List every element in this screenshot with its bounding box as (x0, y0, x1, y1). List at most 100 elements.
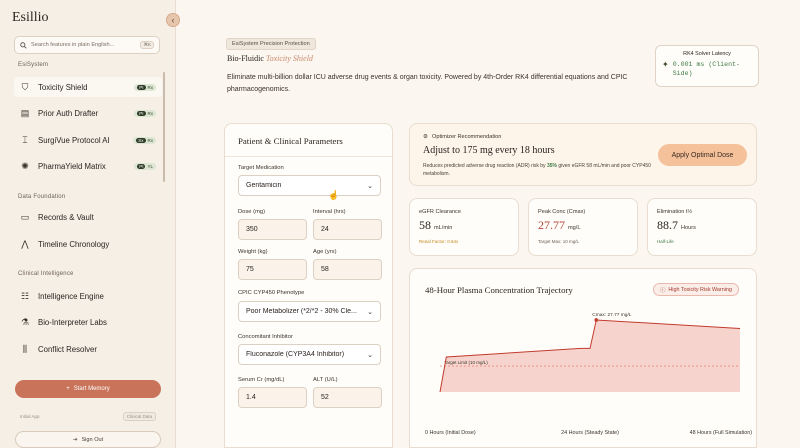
sparkle-icon: ✦ (662, 60, 669, 69)
sidebar-item-prior-auth-drafter[interactable]: ▤ Prior Auth Drafter PI Rx (14, 103, 162, 123)
engine-icon: ☷ (20, 290, 30, 301)
optimizer-description: Reduces predicted adverse drug reaction … (423, 163, 651, 177)
metric-sub: Target Max: 10 mg/L (538, 239, 580, 244)
metric-label: Elimination t½ (657, 209, 693, 215)
sidebar-item-label: SurgiVue Protocol AI (38, 135, 110, 145)
metric-value: 58 mL/min (419, 218, 453, 232)
x-tick-label: 24 Hours (Steady State) (561, 430, 619, 436)
chart-area (440, 320, 740, 392)
target-limit-label: Target Limit (10 mg/L) (444, 360, 488, 365)
optimizer-icon: ⚙ (423, 134, 429, 140)
status-badge: PI Rx (134, 109, 156, 117)
dose-field[interactable]: 350 (238, 219, 307, 240)
section-label-esisystem: EsiSystem (18, 62, 49, 68)
sidebar-item-conflict-resolver[interactable]: ⫼ Conflict Resolver (14, 339, 162, 359)
sidebar-item-label: Records & Vault (38, 212, 94, 222)
sidebar-scrollbar[interactable] (163, 72, 165, 182)
status-badge: PI YL (134, 162, 156, 170)
memory-app-label: Initial App (20, 414, 40, 419)
plus-icon: + (66, 386, 70, 392)
latency-value: 0.001 ms (Client-Side) (672, 61, 740, 77)
target-medication-label: Target Medication (238, 165, 284, 171)
metric-egfr-card: eGFR Clearance 58 mL/min Renal Factor: 0… (409, 198, 519, 256)
brand-logo: Esillio (12, 10, 49, 25)
apply-optimal-dose-button[interactable]: Apply Optimal Dose (658, 144, 747, 166)
section-label-data-foundation: Data Foundation (18, 194, 66, 200)
page-description: Eliminate multi-billion dollar ICU adver… (227, 74, 628, 93)
sidebar-item-pharmayield-matrix[interactable]: ✺ PharmaYield Matrix PI YL (14, 156, 162, 176)
sidebar-item-toxicity-shield[interactable]: ⛉ Toxicity Shield PI Rx (14, 77, 162, 97)
sidebar-item-timeline-chronology[interactable]: ⋀ Timeline Chronology (14, 234, 162, 254)
interval-field[interactable]: 24 (313, 219, 382, 240)
memory-tags: Clinical Data (122, 412, 156, 421)
chevron-down-icon: ⌄ (367, 308, 373, 316)
alt-label: ALT (U/L) (313, 377, 338, 383)
metric-label: eGFR Clearance (419, 209, 461, 215)
metric-elimination-card: Elimination t½ 88.7 Hours Half-Life (647, 198, 757, 256)
search-placeholder: Search features in plain English... (31, 42, 115, 48)
metric-sub: Half-Life (657, 239, 674, 244)
x-tick-label: 48 Hours (Full Simulation) (690, 430, 753, 436)
metric-value: 27.77 mg/L (538, 218, 581, 232)
status-badge: Sx Rx (133, 136, 156, 144)
sidebar-item-intelligence-engine[interactable]: ☷ Intelligence Engine (14, 286, 162, 306)
patient-parameters-panel: Patient & Clinical Parameters Target Med… (224, 123, 393, 448)
chevron-down-icon: ⌄ (367, 182, 373, 190)
sidebar-item-records-vault[interactable]: ▭ Records & Vault (14, 207, 162, 227)
sidebar-item-surgivue-protocol-ai[interactable]: ⌶ SurgiVue Protocol AI Sx Rx (14, 130, 162, 150)
age-label: Age (yrs) (313, 249, 337, 255)
document-icon: ▤ (20, 107, 30, 118)
gear-icon: ✺ (21, 160, 29, 171)
optimizer-title: Adjust to 175 mg every 18 hours (423, 145, 555, 156)
hand-cursor-icon: ☝ (328, 190, 340, 200)
sidebar: Esillio ‹ Search features in plain Engli… (0, 0, 180, 448)
serum-cr-label: Serum Cr (mg/dL) (238, 377, 285, 383)
metric-label: Peak Conc (Cmax) (538, 209, 586, 215)
phenotype-select[interactable]: Poor Metabolizer (*2/*2 - 30% Cle... ⌄ (238, 301, 381, 322)
latency-card: RK4 Solver Latency ✦ 0.001 ms (Client-Si… (655, 45, 759, 87)
scalpel-icon: ⌶ (22, 134, 28, 145)
sidebar-item-label: Bio-Interpreter Labs (38, 317, 107, 327)
x-tick-label: 0 Hours (Initial Dose) (425, 430, 476, 436)
alt-field[interactable]: 52 (313, 387, 382, 408)
panel-title: Patient & Clinical Parameters (238, 136, 343, 146)
start-memory-label: Start Memory (73, 386, 110, 392)
optimizer-head: ⚙ Optimizer Recommendation (423, 134, 502, 140)
sidebar-item-label: Toxicity Shield (38, 82, 88, 92)
sidebar-item-label: Intelligence Engine (38, 291, 104, 301)
search-shortcut: ⌘K (140, 41, 154, 49)
sign-out-button[interactable]: ⇥ Sign Out (15, 431, 161, 448)
memory-status: Initial App Clinical Data (20, 412, 156, 421)
timeline-icon: ⋀ (21, 238, 29, 249)
age-field[interactable]: 58 (313, 259, 382, 280)
optimizer-recommendation-card: ⚙ Optimizer Recommendation Adjust to 175… (409, 123, 757, 186)
divider (225, 156, 392, 157)
phenotype-label: CPIC CYP450 Phenotype (238, 290, 305, 296)
sidebar-item-label: Conflict Resolver (38, 344, 97, 354)
concentration-chart: Target Limit (10 mg/L) Cmax: 27.77 mg/L … (425, 312, 753, 436)
target-medication-select[interactable]: Gentamicin ⌄ (238, 175, 381, 196)
chevron-left-icon: ‹ (171, 15, 175, 25)
sidebar-item-label: Prior Auth Drafter (38, 108, 99, 118)
search-input[interactable]: Search features in plain English... ⌘K (14, 36, 160, 54)
sign-out-icon: ⇥ (72, 436, 78, 443)
section-label-clinical-intelligence: Clinical Intelligence (18, 271, 74, 277)
collapse-sidebar-button[interactable]: ‹ (166, 13, 180, 27)
chevron-down-icon: ⌄ (367, 351, 373, 359)
section-tag: EsiSystem Precision Protection (226, 38, 316, 50)
inhibitor-select[interactable]: Fluconazole (CYP3A4 Inhibitor) ⌄ (238, 344, 381, 365)
concentration-chart-card: 48-Hour Plasma Concentration Trajectory … (409, 268, 757, 448)
weight-field[interactable]: 75 (238, 259, 307, 280)
search-icon (20, 41, 27, 49)
shield-icon: ⛉ (21, 81, 29, 92)
latency-title: RK4 Solver Latency (683, 51, 731, 57)
weight-label: Weight (kg) (238, 249, 268, 255)
sidebar-item-bio-interpreter-labs[interactable]: ⚗ Bio-Interpreter Labs (14, 312, 162, 332)
lab-icon: ⚗ (20, 316, 30, 327)
inhibitor-label: Concomitant Inhibitor (238, 334, 293, 340)
serum-cr-field[interactable]: 1.4 (238, 387, 307, 408)
cmax-point (594, 318, 599, 322)
start-memory-button[interactable]: + Start Memory (15, 380, 161, 398)
sign-out-label: Sign Out (81, 436, 104, 443)
metric-sub: Renal Factor: 0.64x (419, 239, 459, 244)
